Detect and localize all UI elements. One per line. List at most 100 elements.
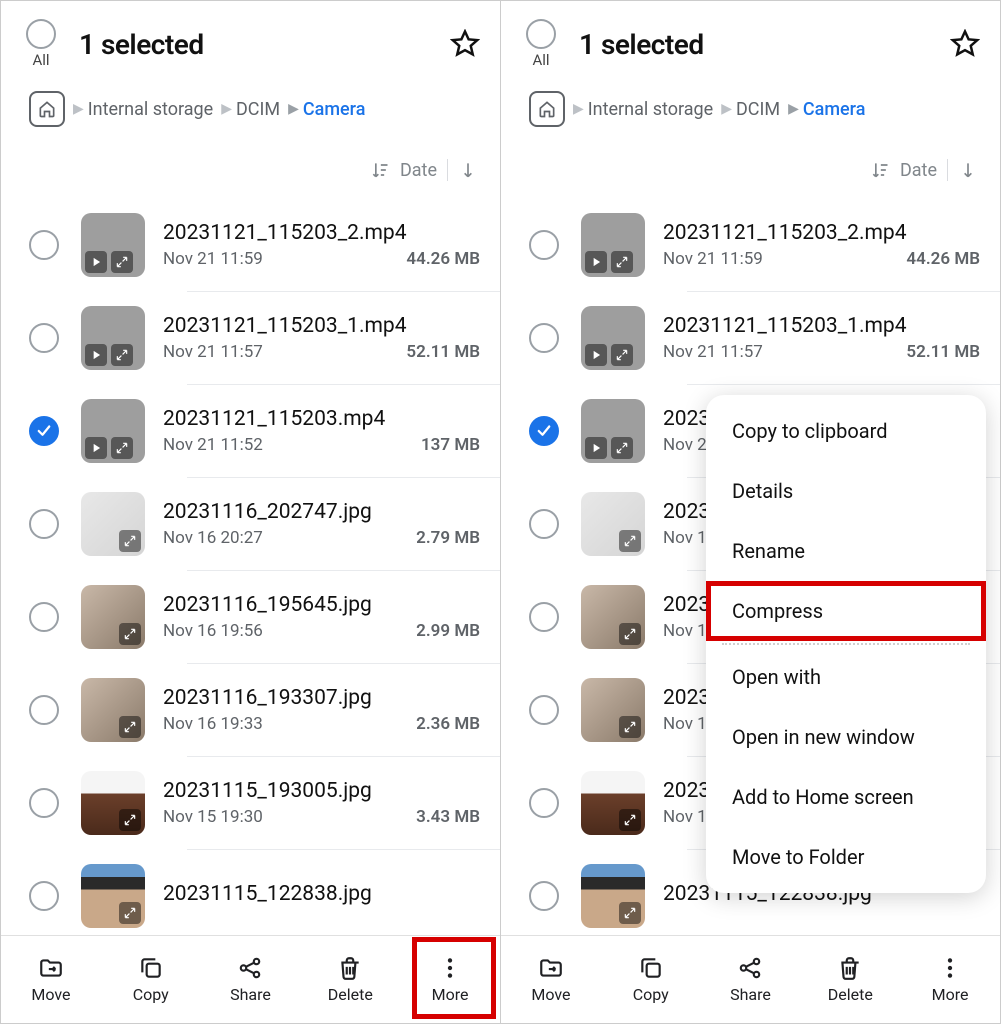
delete-button[interactable]: Delete [800,936,900,1023]
file-row[interactable]: 20231121_115203_1.mp4Nov 21 11:5752.11 M… [1,292,500,384]
breadcrumb-item-active[interactable]: ▶Camera [788,99,865,120]
file-checkbox[interactable] [29,695,59,725]
file-checkbox[interactable] [29,509,59,539]
file-thumbnail[interactable] [581,585,645,649]
file-row[interactable]: 20231116_195645.jpgNov 16 19:562.99 MB [1,571,500,663]
file-date: Nov 21 11:59 [663,249,763,269]
file-info: 20231115_193005.jpgNov 15 19:303.43 MB [163,779,480,827]
file-checkbox[interactable] [29,230,59,260]
file-checkbox[interactable] [529,230,559,260]
file-thumbnail[interactable] [81,864,145,928]
share-button[interactable]: Share [201,936,301,1023]
select-all[interactable]: All [21,19,61,69]
file-row[interactable]: 20231115_193005.jpgNov 15 19:303.43 MB [1,757,500,849]
more-button[interactable]: More [900,936,1000,1023]
copy-button[interactable]: Copy [601,936,701,1023]
expand-icon [111,344,133,366]
file-row[interactable]: 20231121_115203.mp4Nov 21 11:52137 MB [1,385,500,477]
file-thumbnail[interactable] [81,399,145,463]
sort-direction-icon[interactable] [458,160,478,180]
file-name: 20231116_195645.jpg [163,593,480,617]
select-all-circle[interactable] [26,19,56,49]
file-row[interactable]: 20231116_193307.jpgNov 16 19:332.36 MB [1,664,500,756]
menu-item-open-in-new-window[interactable]: Open in new window [706,707,986,767]
file-list: 20231121_115203_2.mp4Nov 21 11:5944.26 M… [1,191,500,935]
sort-label[interactable]: Date [400,160,437,181]
menu-item-copy-to-clipboard[interactable]: Copy to clipboard [706,401,986,461]
breadcrumb-item[interactable]: ▶Internal storage [573,99,713,120]
file-checkbox[interactable] [529,788,559,818]
file-thumbnail[interactable] [581,399,645,463]
file-thumbnail[interactable] [81,678,145,742]
menu-item-add-to-home-screen[interactable]: Add to Home screen [706,767,986,827]
file-size: 52.11 MB [906,342,980,362]
file-checkbox[interactable] [29,602,59,632]
expand-icon [611,437,633,459]
move-button[interactable]: Move [501,936,601,1023]
file-thumbnail[interactable] [581,213,645,277]
file-name: 20231115_193005.jpg [163,779,480,803]
file-info: 20231121_115203_2.mp4Nov 21 11:5944.26 M… [163,221,480,269]
move-button[interactable]: Move [1,936,101,1023]
file-thumbnail[interactable] [81,492,145,556]
file-checkbox[interactable] [29,881,59,911]
file-row[interactable]: 20231116_202747.jpgNov 16 20:272.79 MB [1,478,500,570]
file-thumbnail[interactable] [581,678,645,742]
menu-item-rename[interactable]: Rename [706,521,986,581]
sort-icon[interactable] [870,160,890,180]
sort-label[interactable]: Date [900,160,937,181]
delete-button[interactable]: Delete [300,936,400,1023]
breadcrumb-home[interactable] [29,91,65,127]
file-size: 52.11 MB [406,342,480,362]
panel-right: All 1 selected ▶Internal storage ▶DCIM ▶… [500,1,1000,1023]
file-checkbox[interactable] [529,323,559,353]
file-thumbnail[interactable] [81,585,145,649]
file-checkbox[interactable] [29,323,59,353]
file-checkbox[interactable] [29,788,59,818]
breadcrumb-home[interactable] [529,91,565,127]
file-thumbnail[interactable] [81,306,145,370]
select-all-circle[interactable] [526,19,556,49]
breadcrumb-item-active[interactable]: ▶Camera [288,99,365,120]
file-info: 20231121_115203_1.mp4Nov 21 11:5752.11 M… [663,314,980,362]
file-thumbnail[interactable] [81,213,145,277]
menu-item-compress[interactable]: Compress [706,581,986,641]
divider [447,159,448,181]
file-row[interactable]: 20231121_115203_1.mp4Nov 21 11:5752.11 M… [501,292,1000,384]
breadcrumb-item[interactable]: ▶DCIM [221,99,280,120]
file-checkbox[interactable] [29,416,59,446]
sort-direction-icon[interactable] [958,160,978,180]
favorite-icon[interactable] [450,29,480,59]
file-row[interactable]: 20231121_115203_2.mp4Nov 21 11:5944.26 M… [501,199,1000,291]
file-row[interactable]: 20231121_115203_2.mp4Nov 21 11:5944.26 M… [1,199,500,291]
sort-row: Date [501,135,1000,191]
breadcrumb-item[interactable]: ▶DCIM [721,99,780,120]
menu-item-move-to-folder[interactable]: Move to Folder [706,827,986,887]
file-thumbnail[interactable] [581,771,645,835]
file-size: 2.99 MB [416,621,480,641]
file-checkbox[interactable] [529,509,559,539]
expand-icon [119,530,141,552]
more-button[interactable]: More [400,936,500,1023]
home-icon [537,99,557,119]
expand-icon [619,902,641,924]
file-thumbnail[interactable] [581,864,645,928]
file-thumbnail[interactable] [81,771,145,835]
select-all[interactable]: All [521,19,561,69]
file-size: 3.43 MB [416,807,480,827]
copy-button[interactable]: Copy [101,936,201,1023]
share-button[interactable]: Share [701,936,801,1023]
favorite-icon[interactable] [950,29,980,59]
expand-icon [619,623,641,645]
file-checkbox[interactable] [529,881,559,911]
file-thumbnail[interactable] [581,306,645,370]
menu-item-open-with[interactable]: Open with [706,647,986,707]
file-checkbox[interactable] [529,416,559,446]
file-checkbox[interactable] [529,695,559,725]
file-thumbnail[interactable] [581,492,645,556]
file-checkbox[interactable] [529,602,559,632]
sort-icon[interactable] [370,160,390,180]
menu-item-details[interactable]: Details [706,461,986,521]
file-row[interactable]: 20231115_122838.jpg [1,850,500,935]
breadcrumb-item[interactable]: ▶Internal storage [73,99,213,120]
